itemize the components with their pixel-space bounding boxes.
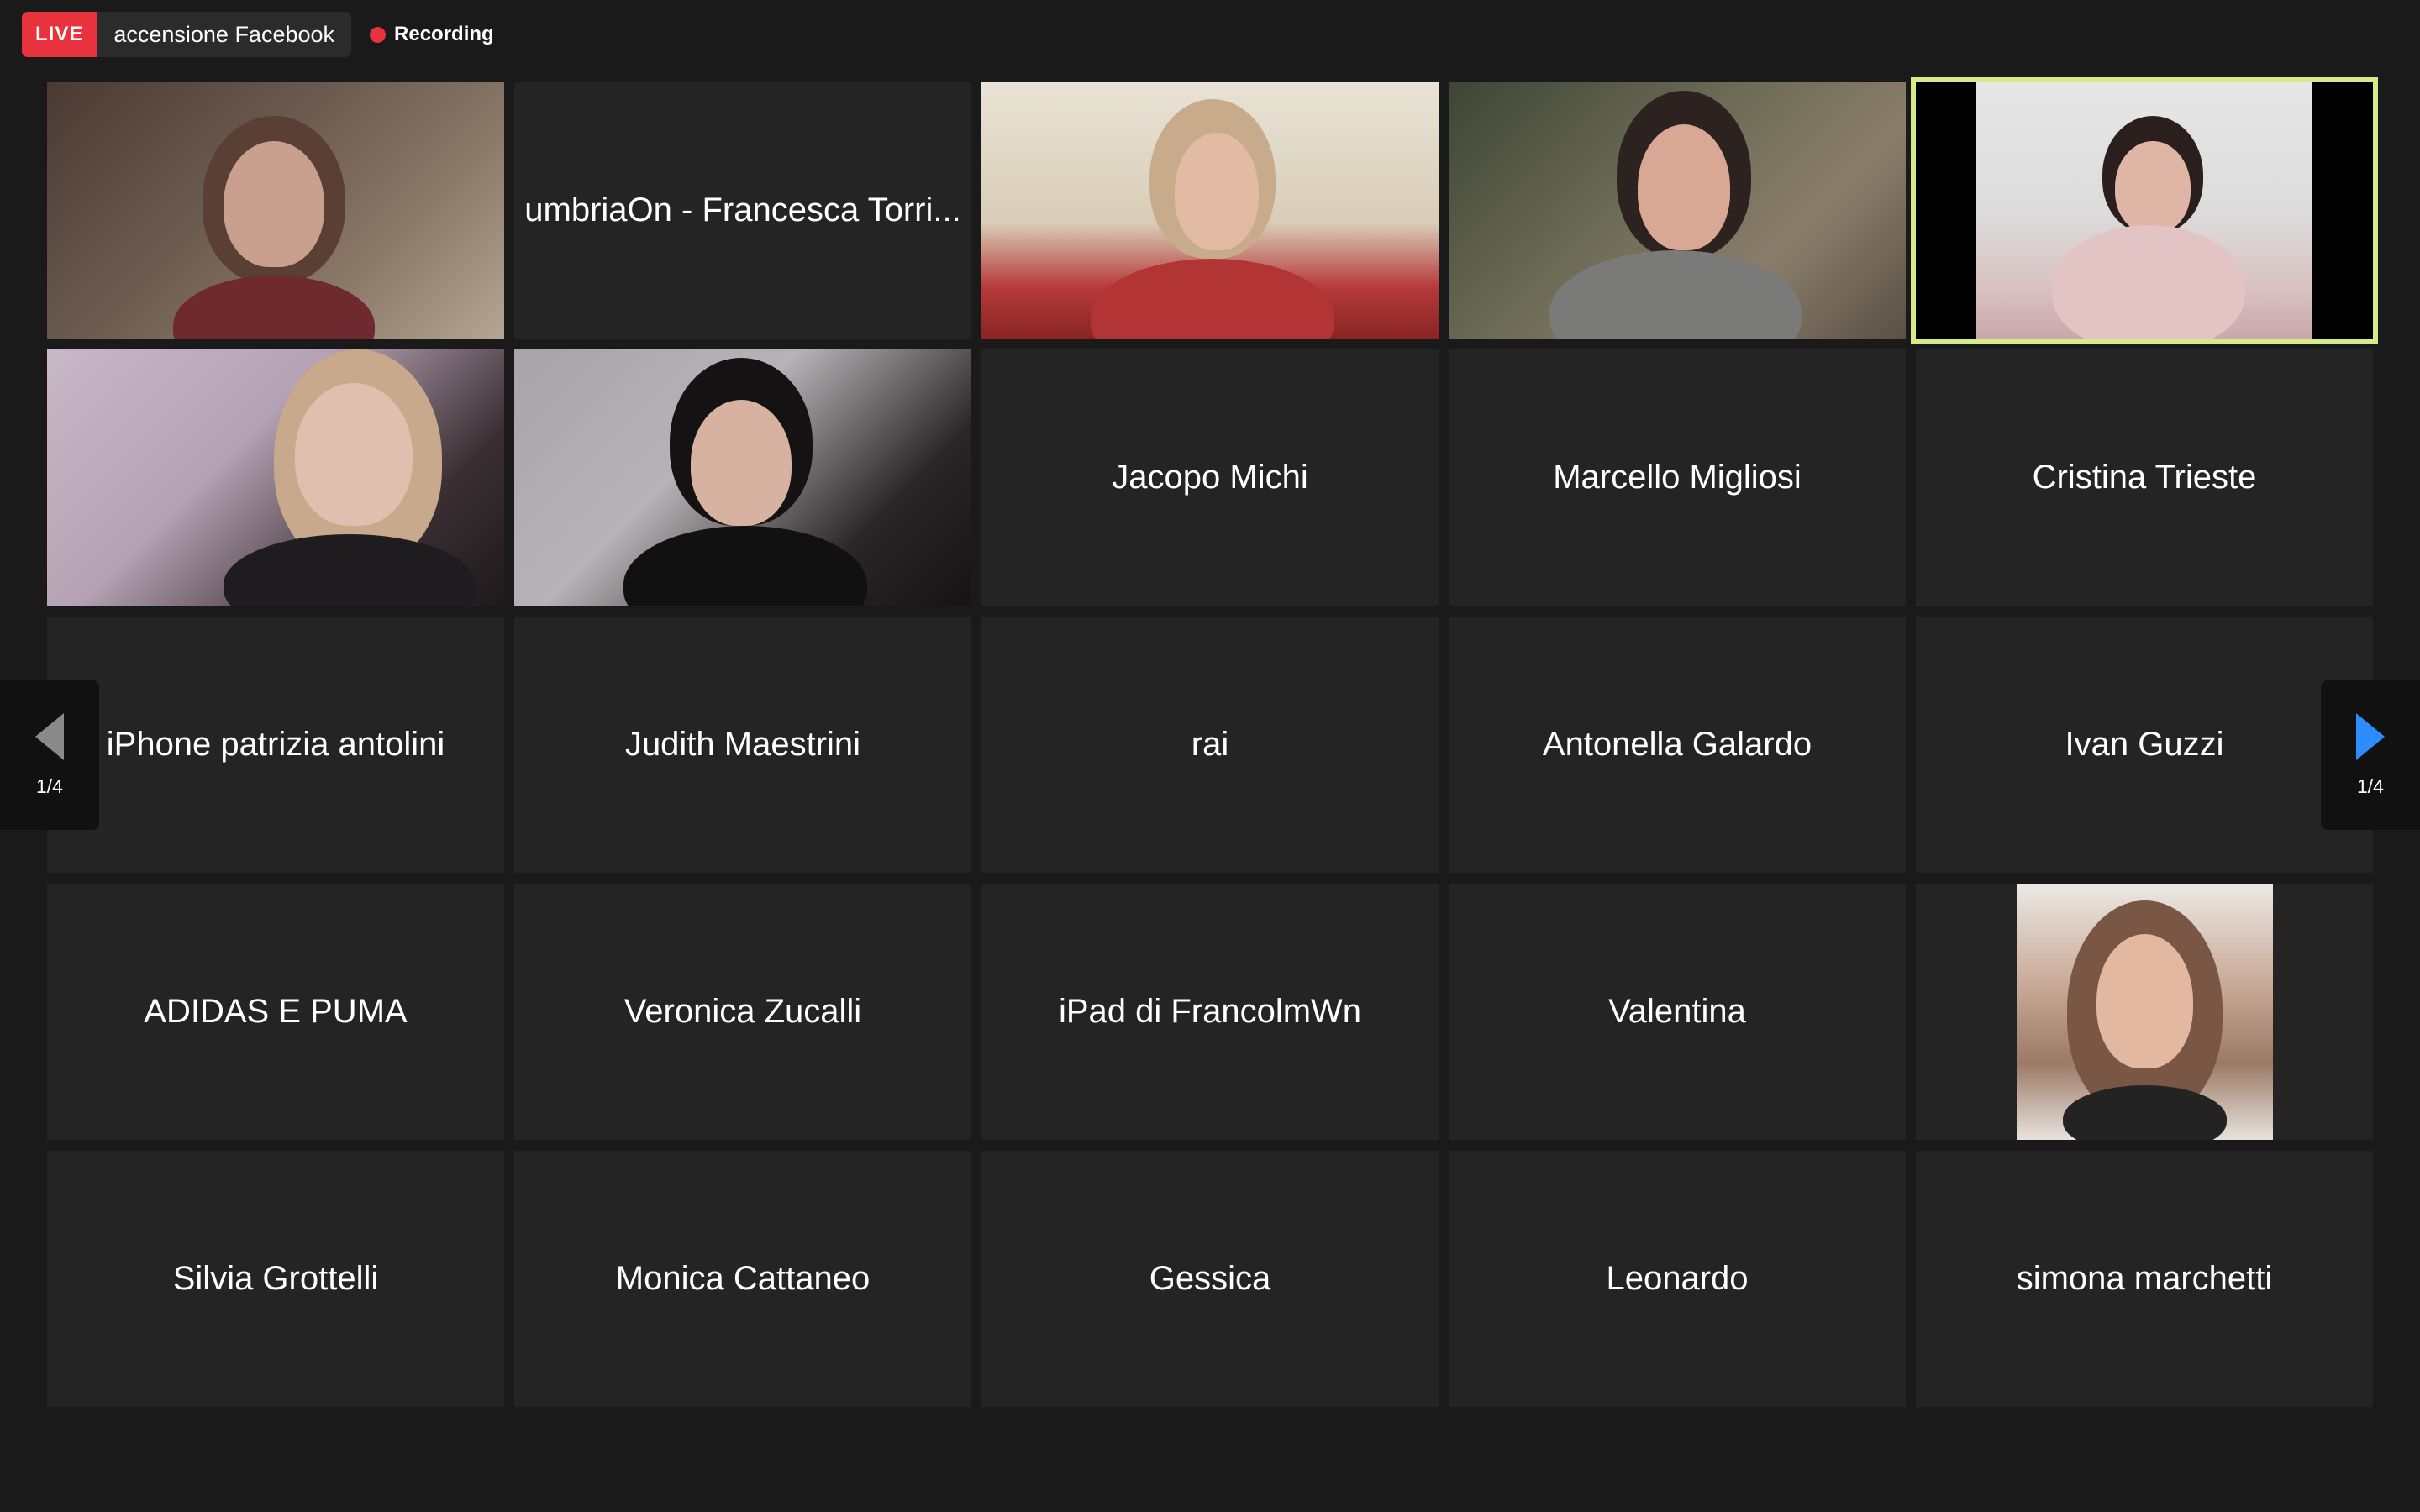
participant-name: simona marchetti xyxy=(2016,1260,2273,1297)
participant-name: Judith Maestrini xyxy=(624,726,861,763)
live-stream-label: accensione Facebook xyxy=(113,21,335,47)
participant-tile[interactable]: Marcello Migliosi xyxy=(1449,349,1906,606)
participant-tile[interactable]: Leonardo xyxy=(1449,1151,1906,1407)
participant-video xyxy=(1916,82,2373,339)
participant-name: Veronica Zucalli xyxy=(623,993,862,1030)
page-indicator: 1/4 xyxy=(2357,774,2384,797)
participant-video xyxy=(981,82,1439,339)
participant-name: iPad di FrancolmWn xyxy=(1058,993,1362,1030)
participant-name: Antonella Galardo xyxy=(1542,726,1812,763)
participant-name: Cristina Trieste xyxy=(2032,459,2257,496)
participant-tile[interactable]: Veronica Zucalli xyxy=(514,884,971,1140)
participant-video xyxy=(47,82,504,339)
participant-tile[interactable]: Antonella Galardo xyxy=(1449,617,1906,873)
participant-video xyxy=(1449,82,1906,339)
top-bar: LIVE accensione Facebook Recording xyxy=(22,12,494,57)
participant-tile[interactable] xyxy=(47,82,504,339)
participant-tile[interactable]: umbriaOn - Francesca Torri... xyxy=(514,82,971,339)
participant-tile-active-speaker[interactable] xyxy=(1911,77,2378,344)
participant-tile[interactable] xyxy=(1916,884,2373,1140)
participant-tile[interactable]: Gessica xyxy=(981,1151,1439,1407)
participant-tile[interactable] xyxy=(514,349,971,606)
participant-tile[interactable] xyxy=(981,82,1439,339)
participant-tile[interactable] xyxy=(47,349,504,606)
chevron-left-icon xyxy=(35,712,64,760)
participant-tile[interactable]: rai xyxy=(981,617,1439,873)
participant-name: Silvia Grottelli xyxy=(172,1260,379,1297)
participant-tile[interactable]: ADIDAS E PUMA xyxy=(47,884,504,1140)
previous-page-button[interactable]: 1/4 xyxy=(0,680,99,830)
participant-name: Gessica xyxy=(1149,1260,1271,1297)
recording-label: Recording xyxy=(394,23,494,45)
zoom-gallery-window: LIVE accensione Facebook Recording umbri… xyxy=(0,0,2420,1512)
participant-name: Jacopo Michi xyxy=(1112,459,1308,496)
participant-video xyxy=(47,349,504,606)
live-stream-indicator[interactable]: LIVE accensione Facebook xyxy=(22,12,352,57)
participant-tile[interactable]: Cristina Trieste xyxy=(1916,349,2373,606)
participant-tile[interactable]: simona marchetti xyxy=(1916,1151,2373,1407)
recording-indicator[interactable]: Recording xyxy=(370,23,494,46)
record-dot-icon xyxy=(370,26,387,43)
next-page-button[interactable]: 1/4 xyxy=(2321,680,2420,830)
participant-name: ADIDAS E PUMA xyxy=(144,993,408,1030)
live-badge: LIVE xyxy=(22,12,97,57)
participant-name: Monica Cattaneo xyxy=(615,1260,871,1297)
participant-tile[interactable]: Silvia Grottelli xyxy=(47,1151,504,1407)
participant-video xyxy=(514,349,971,606)
participant-name: Leonardo xyxy=(1606,1260,1749,1297)
participant-name: Marcello Migliosi xyxy=(1553,459,1802,496)
participant-name: umbriaOn - Francesca Torri... xyxy=(524,192,961,228)
participant-tile[interactable]: Jacopo Michi xyxy=(981,349,1439,606)
participant-tile[interactable]: Monica Cattaneo xyxy=(514,1151,971,1407)
participant-tile[interactable]: Judith Maestrini xyxy=(514,617,971,873)
participant-tile[interactable]: Ivan Guzzi xyxy=(1916,617,2373,873)
participant-name: Valentina xyxy=(1608,993,1746,1030)
participant-name: Ivan Guzzi xyxy=(2065,726,2224,763)
participant-tile[interactable] xyxy=(1449,82,1906,339)
participant-name: rai xyxy=(1191,726,1229,763)
participant-tile[interactable]: iPad di FrancolmWn xyxy=(981,884,1439,1140)
participant-name: iPhone patrizia antolini xyxy=(106,726,445,763)
page-indicator: 1/4 xyxy=(36,774,63,797)
participant-tile[interactable]: Valentina xyxy=(1449,884,1906,1140)
participant-profile-photo xyxy=(2017,884,2273,1140)
participant-tile[interactable]: iPhone patrizia antolini xyxy=(47,617,504,873)
chevron-right-icon xyxy=(2356,712,2385,760)
